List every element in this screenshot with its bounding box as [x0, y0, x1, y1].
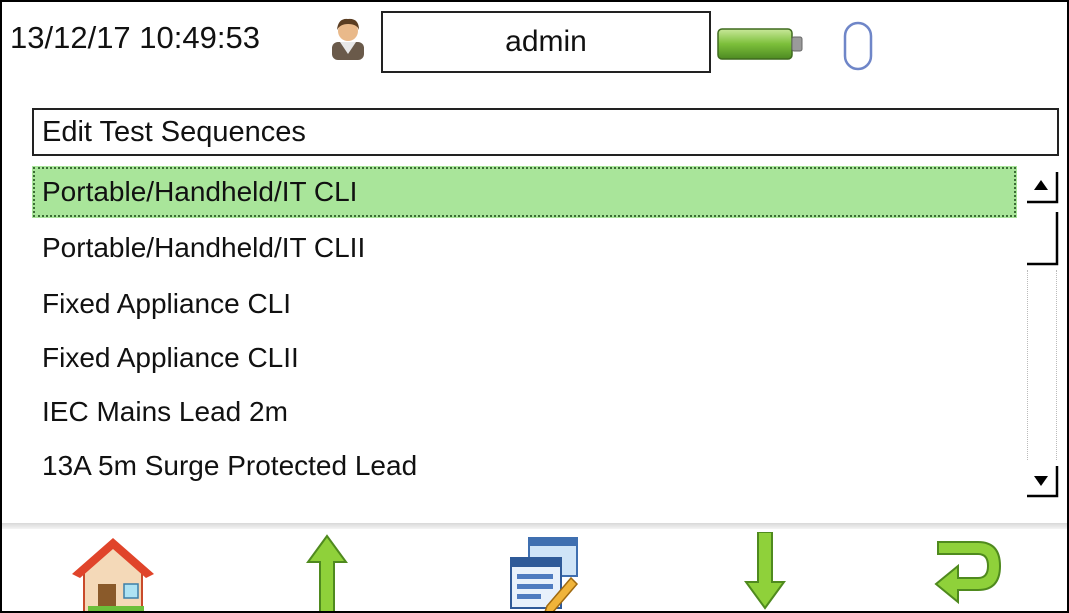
datetime: 13/12/17 10:49:53 [10, 20, 260, 55]
edit-sequence-icon[interactable] [507, 532, 579, 612]
move-up-icon[interactable] [302, 532, 352, 612]
scroll-down-icon[interactable] [1023, 464, 1059, 500]
home-icon[interactable] [68, 532, 158, 612]
user-avatar-icon[interactable] [330, 16, 366, 60]
screen-frame: 13/12/17 10:49:53 admin Edit Test Sequen… [0, 0, 1069, 613]
sequence-list: Portable/Handheld/IT CLI Portable/Handhe… [32, 166, 1017, 506]
list-item[interactable]: Portable/Handheld/IT CLI [32, 166, 1017, 218]
list-item[interactable]: Fixed Appliance CLI [32, 278, 1017, 330]
list-title: Edit Test Sequences [32, 108, 1059, 156]
list-item[interactable]: Portable/Handheld/IT CLII [32, 222, 1017, 274]
battery-icon [717, 28, 803, 60]
list-item[interactable]: 13A 5m Surge Protected Lead [32, 440, 1017, 492]
move-down-icon[interactable] [740, 532, 790, 612]
scroll-thumb[interactable] [1023, 210, 1059, 266]
return-icon[interactable] [930, 532, 1006, 612]
list-item[interactable]: Fixed Appliance CLII [32, 332, 1017, 384]
scroll-up-icon[interactable] [1023, 170, 1059, 206]
scroll-track[interactable] [1027, 270, 1057, 460]
usb-icon [843, 21, 873, 71]
toolbar-separator [2, 523, 1067, 529]
user-field[interactable]: admin [381, 11, 711, 73]
list-item[interactable]: IEC Mains Lead 2m [32, 386, 1017, 438]
list-scrollbar[interactable] [1023, 170, 1059, 500]
